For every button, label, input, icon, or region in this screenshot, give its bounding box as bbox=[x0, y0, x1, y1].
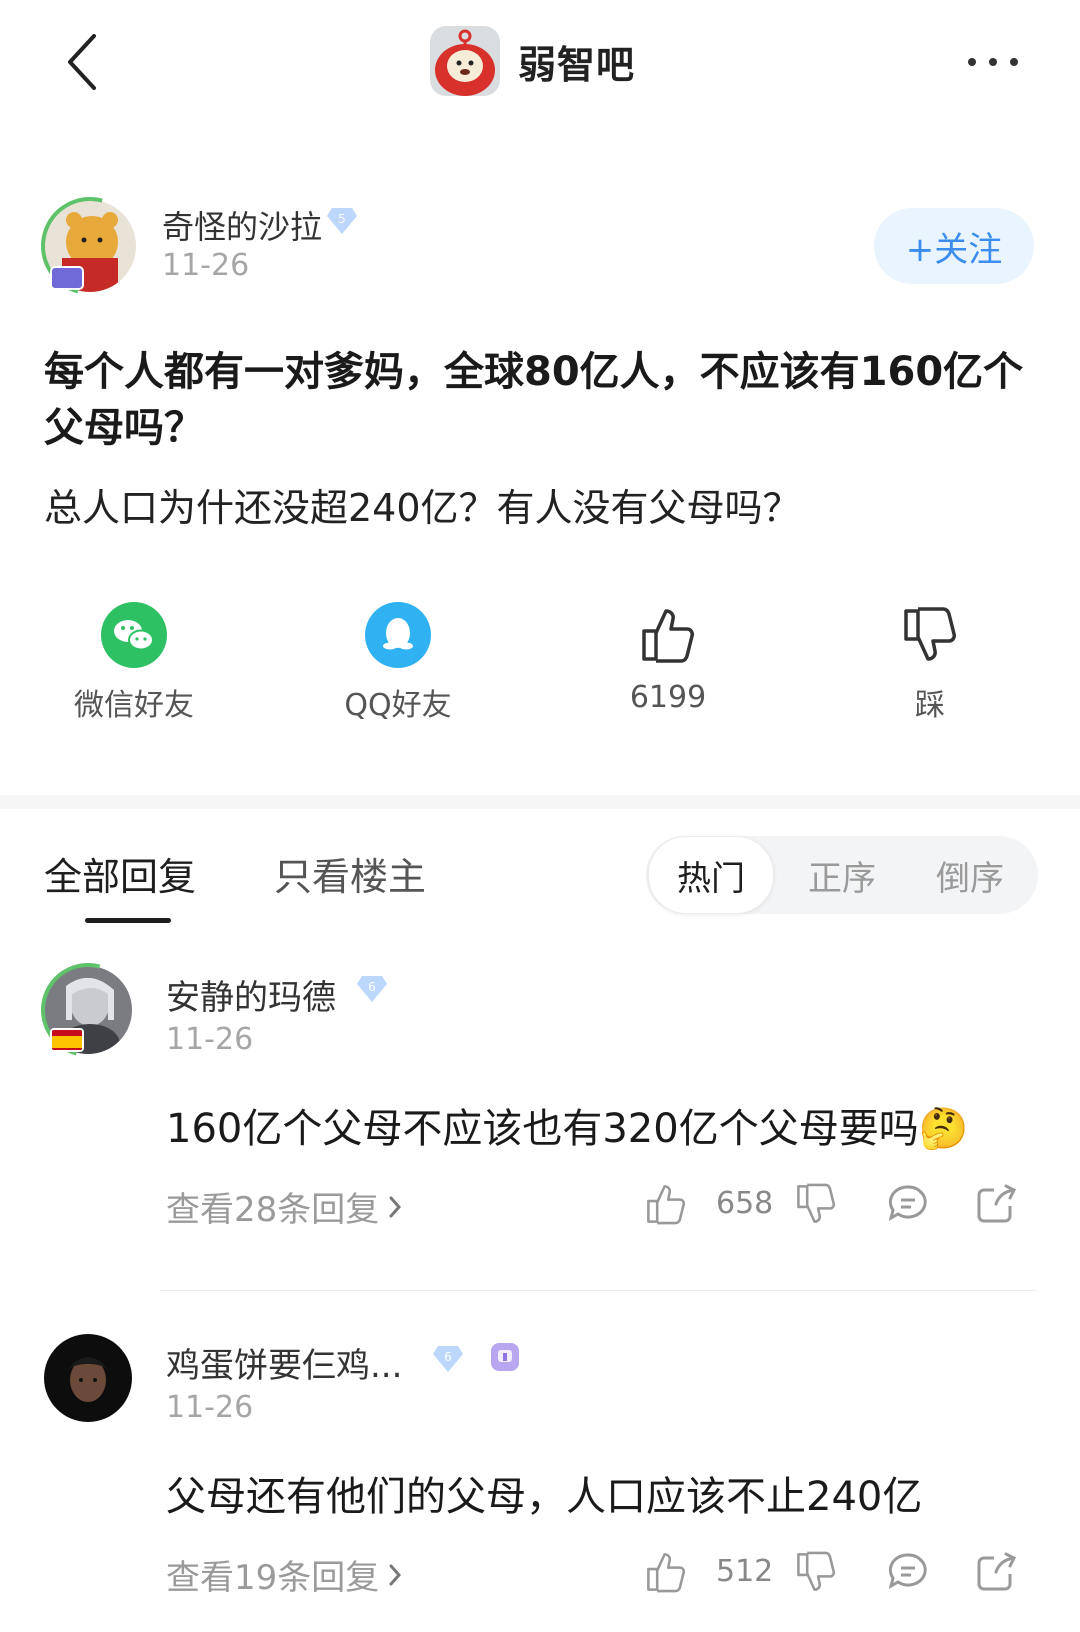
top-bar: 弱智吧 bbox=[0, 0, 1080, 130]
view-replies-link[interactable]: 查看19条回复 bbox=[166, 1550, 403, 1599]
comment-author[interactable]: 安静的玛德 bbox=[166, 970, 336, 1019]
avatar-ring bbox=[23, 179, 157, 313]
follow-button[interactable]: +关注 bbox=[874, 208, 1034, 284]
thumbs-up-icon bbox=[647, 1553, 686, 1593]
avatar[interactable] bbox=[44, 1334, 132, 1422]
share-wechat-button[interactable]: 微信好友 bbox=[34, 600, 234, 740]
svg-text:5: 5 bbox=[338, 212, 346, 226]
comment-share-button[interactable] bbox=[974, 1174, 1018, 1234]
comment-item: 鸡蛋饼要仨鸡... 6 11-26 父母还有他们的父母，人口应该不止240亿 查… bbox=[44, 1334, 1044, 1632]
level-diamond-icon: 6 bbox=[356, 974, 388, 1004]
comment-like-count: 512 bbox=[716, 1554, 774, 1589]
thumbs-down-icon bbox=[797, 1551, 836, 1591]
thumbs-up-icon bbox=[633, 600, 703, 670]
post-body: 总人口为什还没超240亿？有人没有父母吗？ bbox=[44, 486, 801, 530]
sort-hot[interactable]: 热门 bbox=[648, 836, 774, 914]
svg-text:6: 6 bbox=[368, 980, 376, 994]
back-arrow-icon[interactable] bbox=[58, 28, 118, 98]
comment-reply-button[interactable] bbox=[886, 1174, 930, 1234]
chevron-right-icon bbox=[389, 1564, 402, 1585]
chevron-right-icon bbox=[389, 1196, 402, 1217]
level-diamond-icon: 5 bbox=[326, 206, 358, 236]
qq-icon bbox=[363, 600, 433, 670]
view-replies-label: 查看19条回复 bbox=[166, 1558, 380, 1598]
thinking-emoji-icon: 🤔 bbox=[918, 1106, 969, 1152]
wechat-label: 微信好友 bbox=[74, 688, 194, 723]
comment-text: 父母还有他们的父母，人口应该不止240亿 bbox=[166, 1474, 923, 1520]
share-icon bbox=[977, 1184, 1017, 1223]
chat-bubble-icon bbox=[888, 1553, 927, 1590]
comment-text: 160亿个父母不应该也有320亿个父母要吗🤔 bbox=[166, 1106, 969, 1152]
dislike-button[interactable]: 踩 bbox=[830, 600, 1030, 740]
post-author: 奇怪的沙拉 5 11-26 +关注 bbox=[23, 179, 1044, 313]
sort-descending[interactable]: 倒序 bbox=[910, 836, 1030, 914]
share-qq-button[interactable]: QQ好友 bbox=[298, 600, 498, 740]
forum-name: 弱智吧 bbox=[518, 42, 636, 87]
qq-label: QQ好友 bbox=[344, 688, 452, 723]
comment-share-button[interactable] bbox=[974, 1542, 1018, 1602]
view-replies-link[interactable]: 查看28条回复 bbox=[166, 1182, 403, 1231]
chat-bubble-icon bbox=[888, 1185, 927, 1222]
comment-divider bbox=[160, 1290, 1036, 1291]
level-diamond-icon: 6 bbox=[432, 1344, 464, 1374]
wechat-icon bbox=[99, 600, 169, 670]
member-badge-icon bbox=[50, 266, 84, 290]
comment-toolbar: 658 bbox=[644, 1174, 1044, 1234]
comment-date: 11-26 bbox=[166, 1390, 254, 1425]
comment-item: 安静的玛德 6 11-26 160亿个父母不应该也有320亿个父母要吗🤔 查看2… bbox=[23, 945, 1044, 1266]
post-title: 每个人都有一对爹妈，全球80亿人，不应该有160亿个父母吗？ bbox=[44, 349, 1024, 451]
sort-ascending[interactable]: 正序 bbox=[782, 836, 902, 914]
share-icon bbox=[977, 1552, 1017, 1591]
thumbs-down-icon bbox=[797, 1183, 836, 1223]
section-divider bbox=[0, 795, 1080, 809]
thumbs-up-icon bbox=[647, 1185, 686, 1225]
member-badge-icon bbox=[488, 1340, 522, 1374]
comment-author[interactable]: 鸡蛋饼要仨鸡... bbox=[166, 1338, 402, 1387]
more-icon[interactable] bbox=[960, 44, 1030, 80]
like-count: 6199 bbox=[629, 680, 707, 715]
thumbs-down-icon bbox=[895, 600, 965, 670]
author-name[interactable]: 奇怪的沙拉 bbox=[162, 202, 322, 248]
sort-toggle: 热门 正序 倒序 bbox=[646, 836, 1038, 914]
comment-like-button[interactable] bbox=[644, 1174, 688, 1234]
action-bar: 微信好友 QQ好友 6199 踩 bbox=[0, 600, 1080, 740]
dislike-label: 踩 bbox=[915, 688, 945, 723]
tab-all-replies[interactable]: 全部回复 bbox=[44, 846, 196, 901]
comment-like-button[interactable] bbox=[644, 1542, 688, 1602]
comment-dislike-button[interactable] bbox=[794, 1174, 838, 1234]
view-replies-label: 查看28条回复 bbox=[166, 1190, 380, 1230]
comment-reply-button[interactable] bbox=[886, 1542, 930, 1602]
tab-op-only[interactable]: 只看楼主 bbox=[274, 846, 426, 901]
comment-date: 11-26 bbox=[166, 1022, 254, 1057]
comment-like-count: 658 bbox=[716, 1186, 774, 1221]
like-button[interactable]: 6199 bbox=[568, 600, 768, 740]
active-tab-indicator bbox=[85, 918, 171, 923]
svg-text:6: 6 bbox=[444, 1350, 452, 1364]
forum-header[interactable]: 弱智吧 bbox=[430, 24, 635, 98]
post-date: 11-26 bbox=[162, 248, 250, 283]
flag-badge-icon bbox=[50, 1028, 84, 1052]
comment-dislike-button[interactable] bbox=[794, 1542, 838, 1602]
avatar-ring bbox=[23, 945, 153, 1075]
comment-toolbar: 512 bbox=[644, 1542, 1044, 1602]
forum-avatar bbox=[430, 26, 500, 96]
